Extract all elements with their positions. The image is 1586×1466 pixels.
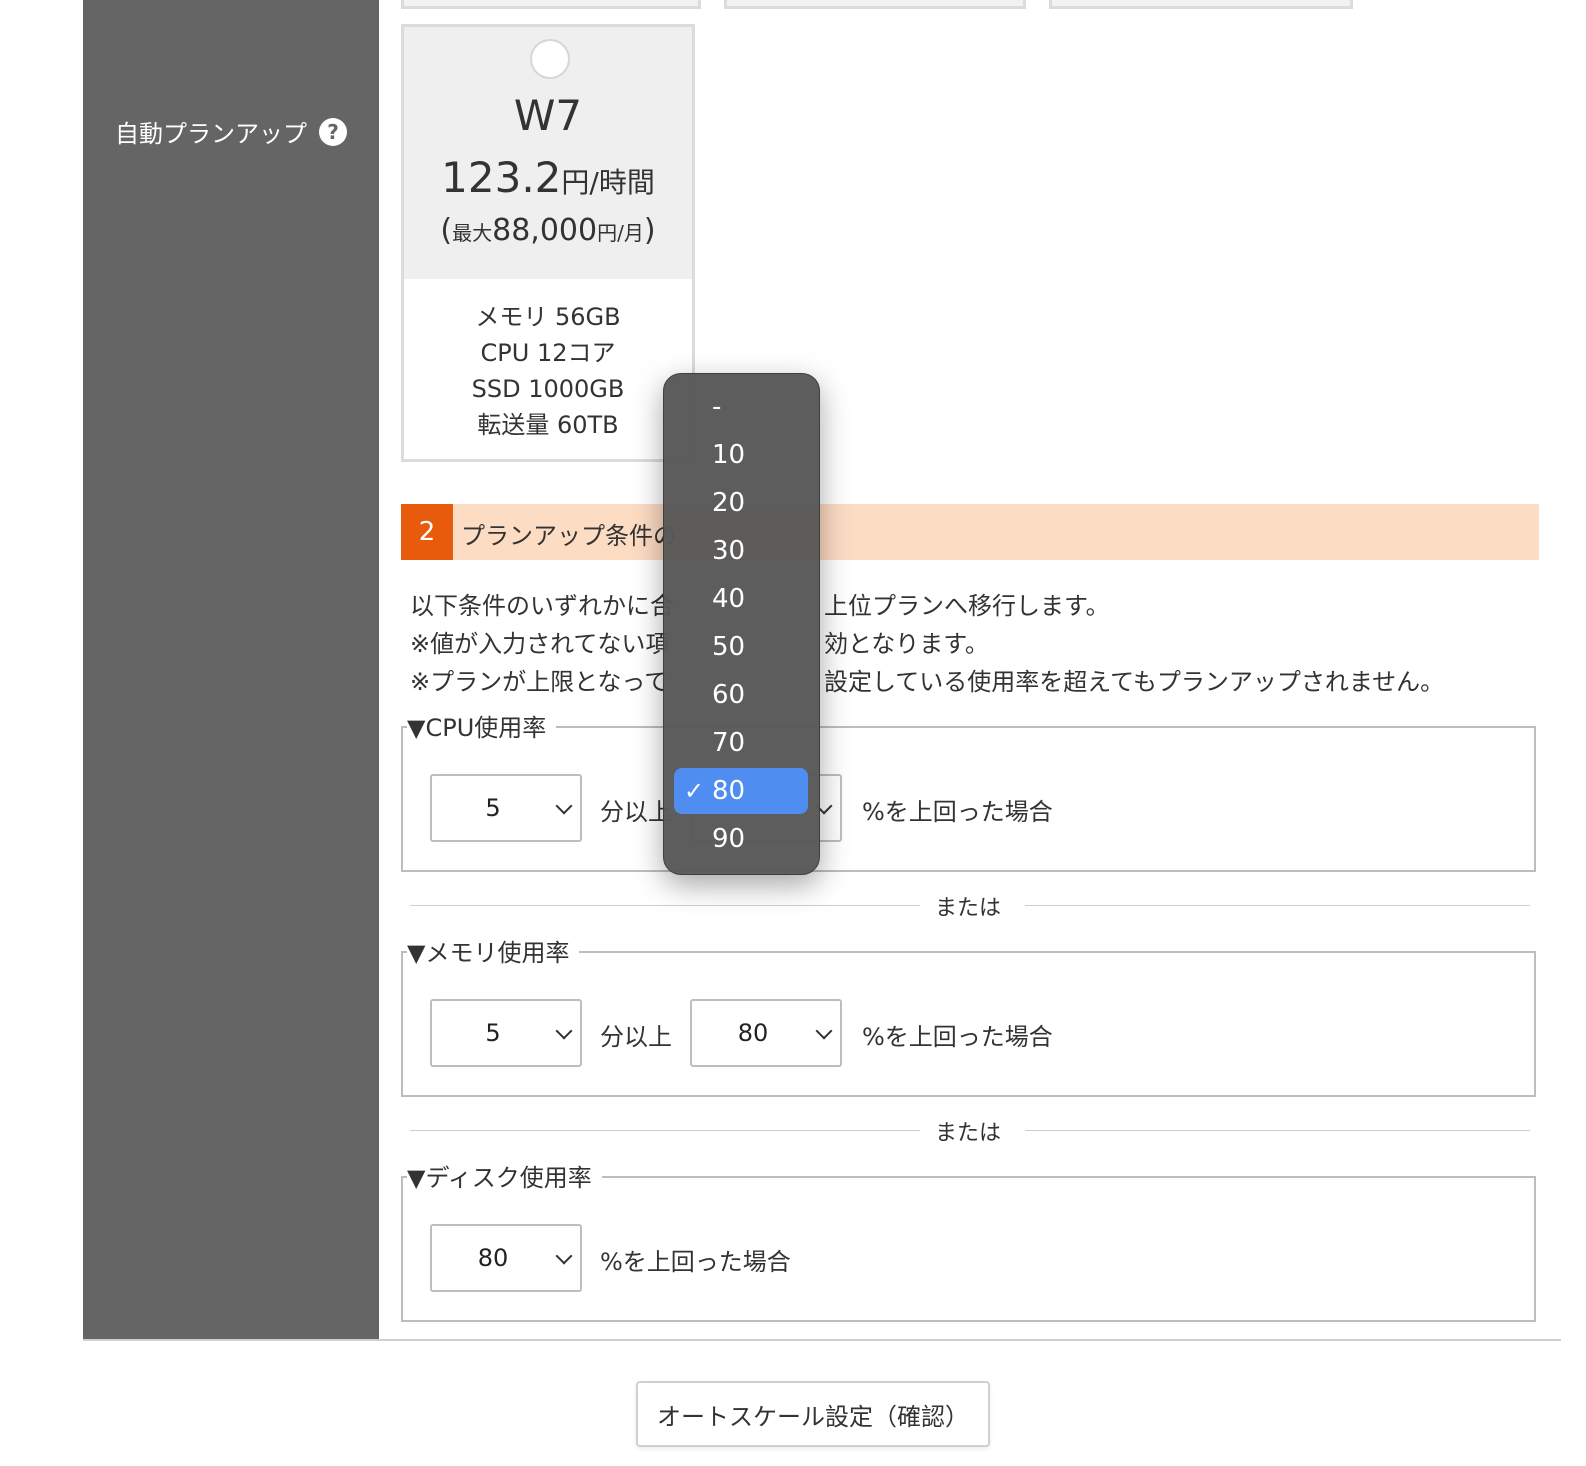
cpu-minutes-value: 5 [485, 794, 501, 822]
cpu-minutes-suffix: 分以上 [600, 798, 672, 826]
section-number: 2 [401, 504, 453, 560]
description-line-2: ※値が入力されてない項 [410, 630, 670, 658]
plan-max-value: 88,000 [492, 213, 598, 248]
disk-percent-select[interactable]: 80 [430, 1224, 582, 1292]
section-title: プランアップ条件の [461, 522, 677, 550]
cpu-usage-group: ▼CPU使用率 5 分以上 %を上回った場合 [401, 708, 1536, 872]
memory-usage-legend: ▼メモリ使用率 [407, 933, 580, 968]
plan-card-w7[interactable]: W7 123.2円/時間 (最大88,000円/月) メモリ 56GB CPU … [401, 24, 695, 462]
cpu-minutes-select[interactable]: 5 [430, 774, 582, 842]
dropdown-option[interactable]: 90 [674, 816, 808, 862]
spec-cpu: CPU 12コア [480, 339, 616, 367]
memory-percent-select[interactable]: 80 [690, 999, 842, 1067]
paren-open: ( [440, 213, 453, 248]
paren-close: ) [643, 213, 656, 248]
description-line-1: 以下条件のいずれかに合 [410, 592, 674, 620]
or-line-left [410, 905, 920, 906]
dropdown-option-selected-label: 80 [712, 776, 746, 806]
spec-ssd: SSD 1000GB [471, 375, 625, 403]
or-separator: または [410, 890, 1530, 921]
plan-card-above-1[interactable] [401, 0, 701, 9]
description-line-1b: 上位プランへ移行します。 [824, 592, 1110, 620]
or-separator: または [410, 1115, 1530, 1146]
memory-minutes-suffix: 分以上 [600, 1023, 672, 1051]
auto-planup-label: 自動プランアップ ? [115, 114, 347, 149]
chevron-down-icon [555, 1247, 573, 1265]
description-line-2b: 効となります。 [824, 630, 989, 658]
help-icon[interactable]: ? [319, 117, 347, 146]
dropdown-option[interactable]: 20 [674, 480, 808, 526]
disk-percent-suffix: %を上回った場合 [600, 1248, 791, 1276]
or-line-left [410, 1130, 920, 1131]
dropdown-option[interactable]: 10 [674, 432, 808, 478]
dropdown-option[interactable]: 70 [674, 720, 808, 766]
memory-usage-group: ▼メモリ使用率 5 分以上 80 %を上回った場合 [401, 933, 1536, 1097]
or-line-right [1025, 905, 1530, 906]
dropdown-option[interactable]: 50 [674, 624, 808, 670]
plan-max-price: (最大88,000円/月) [404, 213, 692, 248]
disk-usage-group: ▼ディスク使用率 80 %を上回った場合 [401, 1158, 1536, 1322]
plan-card-above-2[interactable] [724, 0, 1026, 9]
description-line-3: ※プランが上限となって [410, 668, 669, 696]
plan-max-label: 最大 [452, 221, 493, 245]
or-text: または [935, 1121, 1002, 1146]
plan-radio[interactable] [530, 39, 570, 79]
auto-planup-text: 自動プランアップ [115, 120, 307, 148]
plan-max-unit: 円/月 [597, 221, 644, 245]
dropdown-option[interactable]: 40 [674, 576, 808, 622]
memory-percent-suffix: %を上回った場合 [862, 1023, 1053, 1051]
description-line-3b: 設定している使用率を超えてもプランアップされません。 [824, 668, 1445, 696]
plan-price-unit: 円/時間 [561, 166, 655, 199]
disk-percent-value: 80 [477, 1244, 509, 1272]
bottom-divider [83, 1339, 1561, 1341]
cpu-percent-suffix: %を上回った場合 [862, 798, 1053, 826]
plan-price-value: 123.2 [441, 153, 562, 202]
spec-memory: メモリ 56GB [475, 303, 621, 331]
sidebar: 自動プランアップ ? [83, 0, 379, 1340]
or-text: または [935, 896, 1002, 921]
dropdown-option[interactable]: 60 [674, 672, 808, 718]
section-header: 2 プランアップ条件の [401, 504, 1539, 560]
chevron-down-icon [815, 1022, 833, 1040]
dropdown-option[interactable]: 30 [674, 528, 808, 574]
dropdown-option[interactable]: - [674, 384, 808, 430]
disk-usage-legend: ▼ディスク使用率 [407, 1158, 602, 1193]
memory-minutes-select[interactable]: 5 [430, 999, 582, 1067]
plan-card-header: W7 123.2円/時間 (最大88,000円/月) [404, 27, 692, 279]
plan-price: 123.2円/時間 [404, 153, 692, 202]
memory-percent-value: 80 [737, 1019, 769, 1047]
check-icon: ✓ [684, 777, 705, 805]
autoscale-confirm-button[interactable]: オートスケール設定（確認） [636, 1381, 990, 1447]
plan-specs: メモリ 56GB CPU 12コア SSD 1000GB 転送量 60TB [404, 279, 692, 443]
cpu-percent-dropdown: - 10 20 30 40 50 60 70 ✓ 80 90 [663, 373, 820, 875]
memory-minutes-value: 5 [485, 1019, 501, 1047]
cpu-usage-legend: ▼CPU使用率 [407, 708, 557, 743]
plan-card-above-3[interactable] [1049, 0, 1353, 9]
plan-name: W7 [513, 91, 583, 140]
spec-transfer: 転送量 60TB [477, 411, 619, 439]
or-line-right [1025, 1130, 1530, 1131]
chevron-down-icon [555, 797, 573, 815]
chevron-down-icon [555, 1022, 573, 1040]
dropdown-option-selected[interactable]: ✓ 80 [674, 768, 808, 814]
